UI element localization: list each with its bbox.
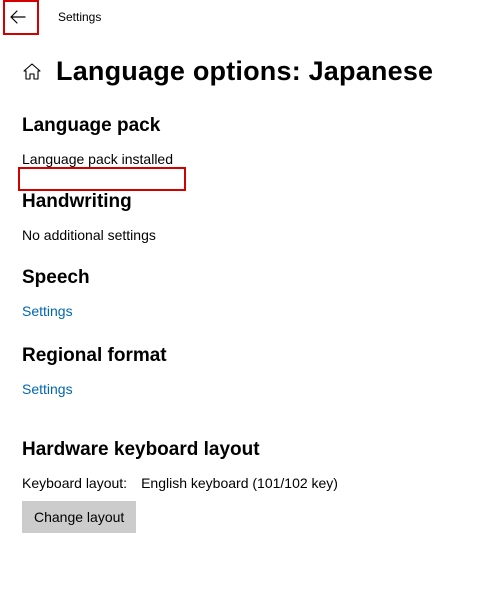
titlebar: Settings <box>0 0 500 34</box>
section-heading-language-pack: Language pack <box>22 115 480 137</box>
app-title: Settings <box>58 10 101 24</box>
regional-format-settings-link[interactable]: Settings <box>22 381 73 397</box>
keyboard-layout-label: Keyboard layout: <box>22 475 127 491</box>
speech-settings-link[interactable]: Settings <box>22 303 73 319</box>
section-regional-format: Regional format Settings <box>22 345 480 399</box>
home-icon[interactable] <box>22 62 42 82</box>
section-heading-speech: Speech <box>22 267 480 289</box>
section-language-pack: Language pack Language pack installed <box>22 115 480 167</box>
change-layout-button[interactable]: Change layout <box>22 501 136 533</box>
page-title: Language options: Japanese <box>56 56 433 87</box>
page-header: Language options: Japanese <box>22 56 480 87</box>
keyboard-layout-row: Keyboard layout: English keyboard (101/1… <box>22 475 480 491</box>
back-button[interactable] <box>0 0 36 34</box>
keyboard-layout-value: English keyboard (101/102 key) <box>141 475 338 491</box>
section-handwriting: Handwriting No additional settings <box>22 191 480 243</box>
section-heading-handwriting: Handwriting <box>22 191 480 213</box>
content-area: Language options: Japanese Language pack… <box>0 34 500 533</box>
section-heading-regional-format: Regional format <box>22 345 480 367</box>
back-arrow-icon <box>10 9 26 25</box>
section-heading-hardware-keyboard: Hardware keyboard layout <box>22 439 480 461</box>
section-hardware-keyboard: Hardware keyboard layout Keyboard layout… <box>22 439 480 533</box>
section-speech: Speech Settings <box>22 267 480 321</box>
language-pack-status: Language pack installed <box>22 151 480 167</box>
handwriting-status: No additional settings <box>22 227 480 243</box>
